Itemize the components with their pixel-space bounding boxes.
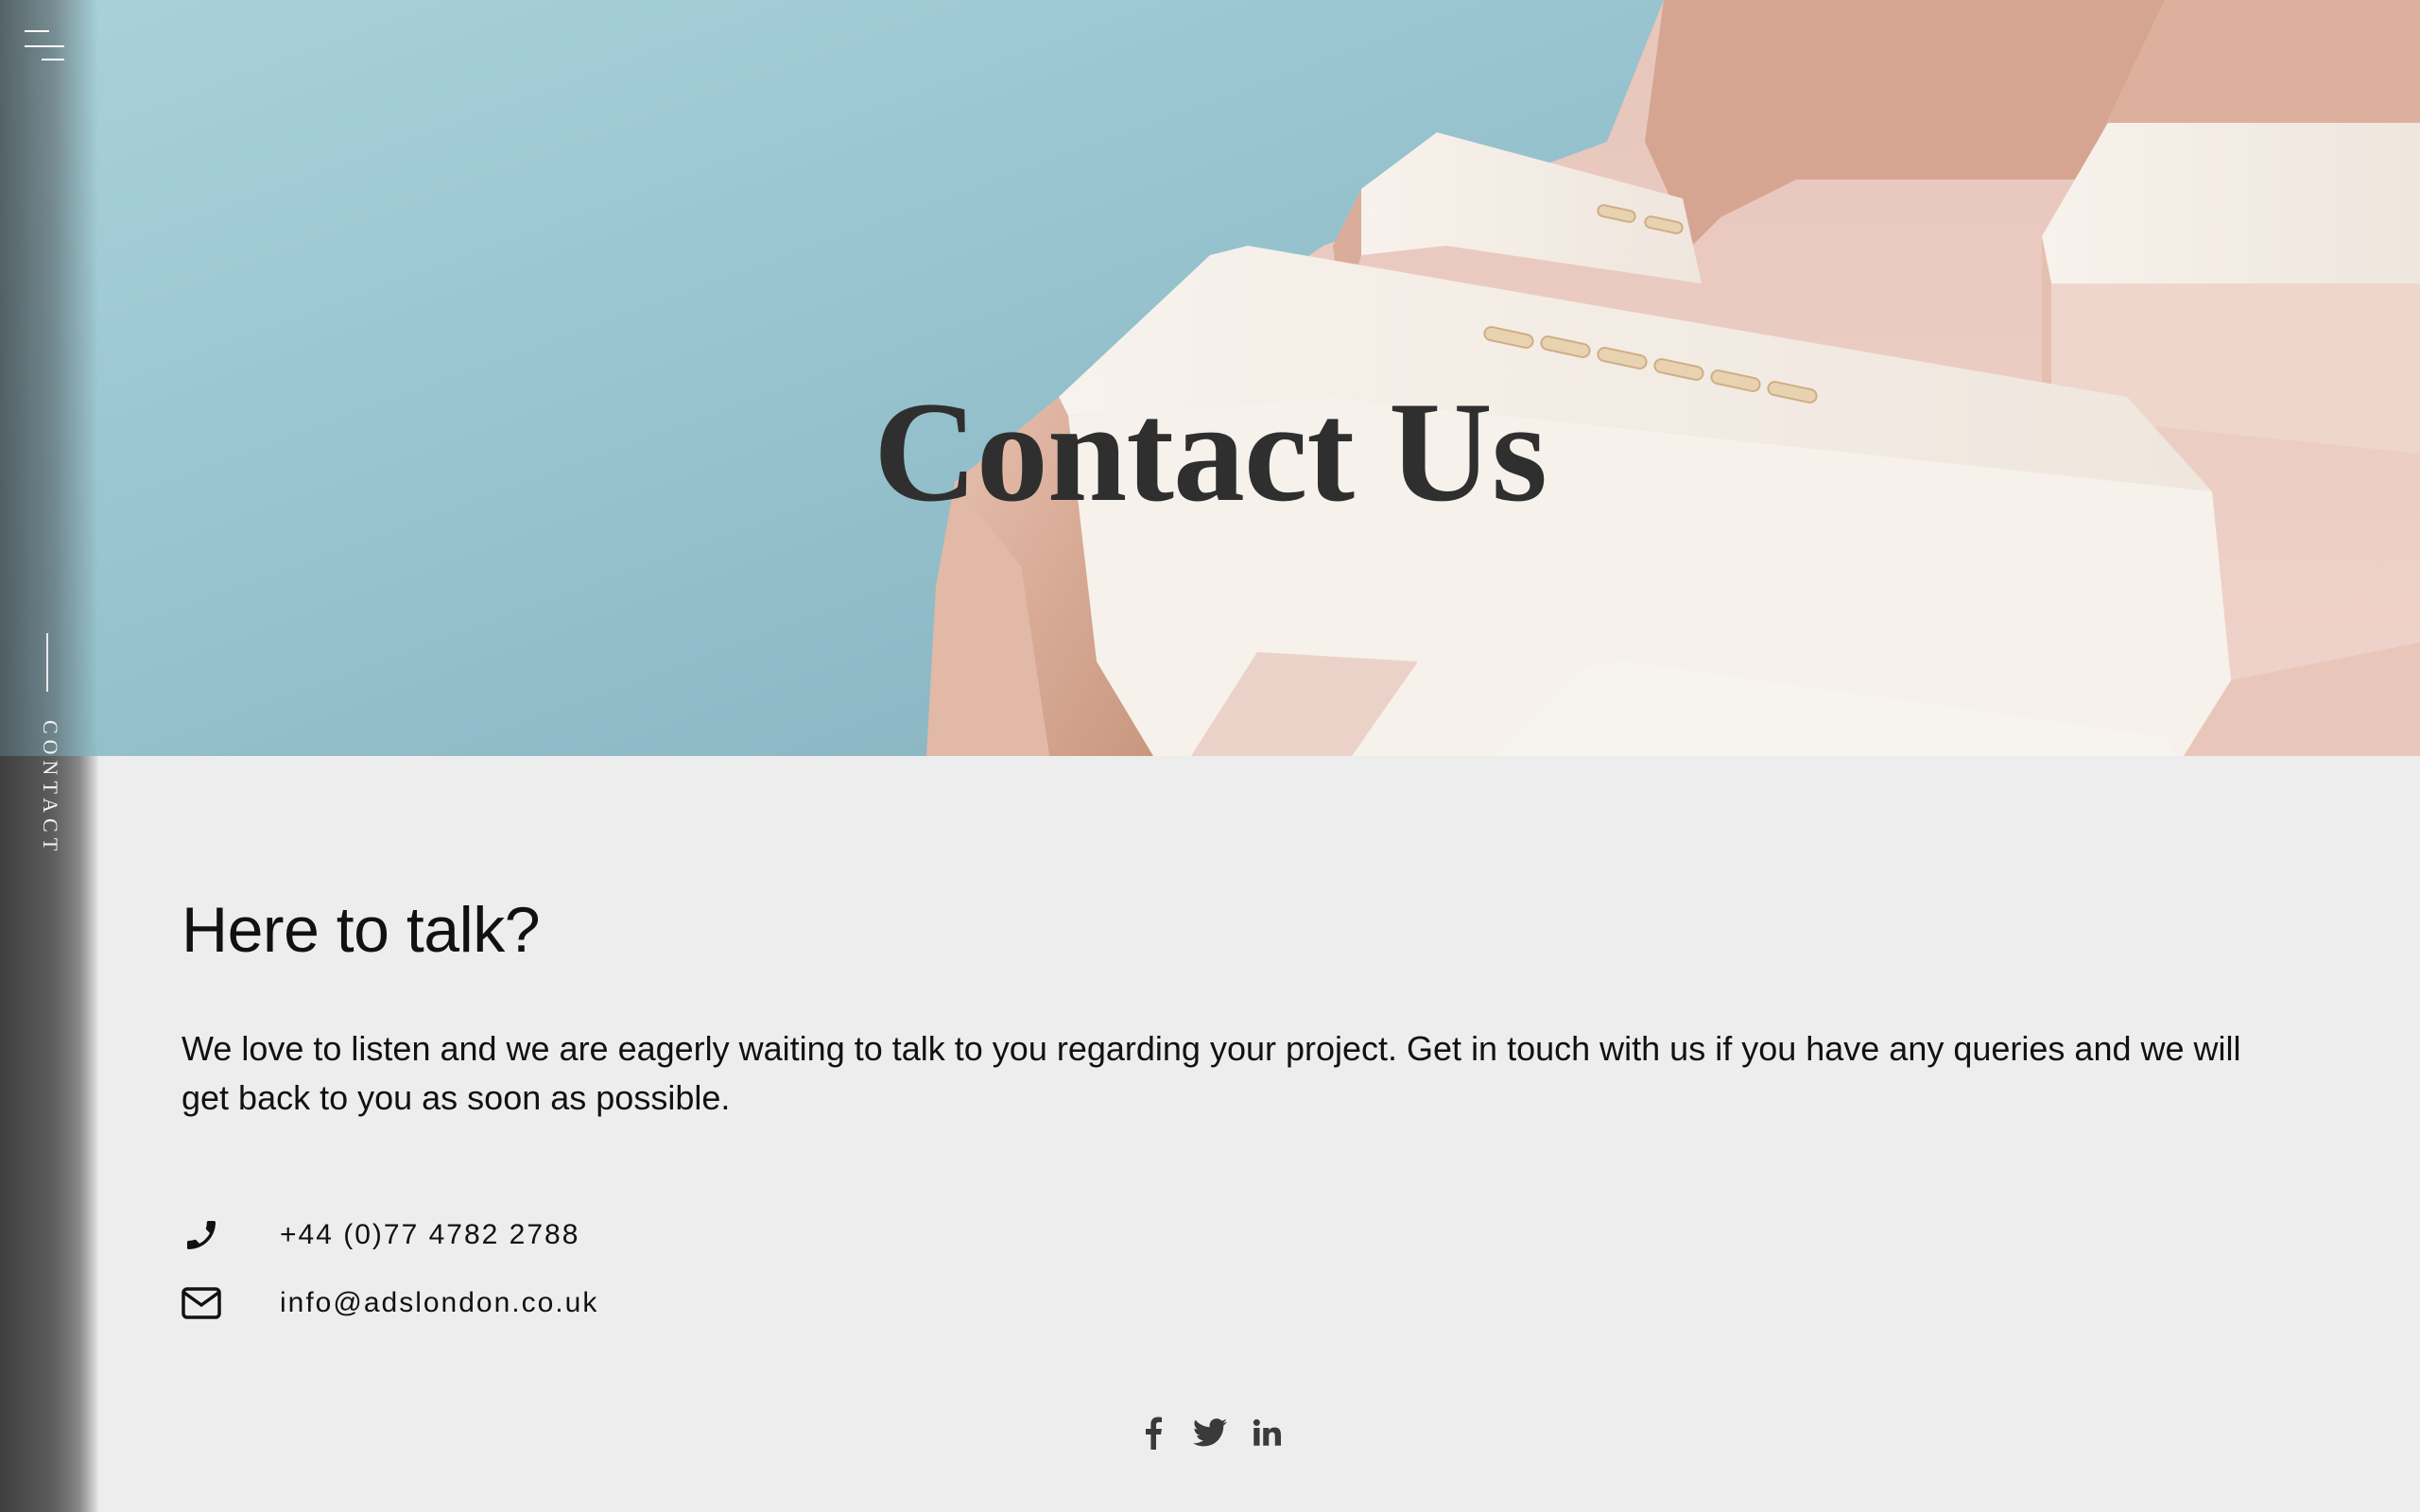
intro-paragraph: We love to listen and we are eagerly wai…	[182, 1029, 2241, 1117]
twitter-icon[interactable]	[1191, 1414, 1229, 1452]
hero-banner: Contact Us	[0, 0, 2420, 756]
envelope-icon	[182, 1283, 221, 1323]
social-links	[1134, 1412, 1286, 1453]
linkedin-icon[interactable]	[1248, 1414, 1286, 1452]
email-link[interactable]: info@adslondon.co.uk	[280, 1287, 598, 1319]
contact-page: Contact Us CONTACT Here to talk? We love…	[0, 0, 2420, 1512]
page-title: Contact Us	[873, 371, 1547, 531]
main-content: Here to talk? We love to listen and we a…	[182, 898, 2261, 1157]
phone-icon	[182, 1215, 221, 1255]
hamburger-menu-icon[interactable]	[23, 26, 66, 64]
sidebar-section-label: CONTACT	[39, 720, 62, 857]
section-heading: Here to talk?	[182, 894, 541, 966]
phone-row: +44 (0)77 4782 2788	[182, 1215, 579, 1255]
sidebar-divider	[46, 633, 48, 692]
phone-link[interactable]: +44 (0)77 4782 2788	[280, 1219, 579, 1251]
facebook-icon[interactable]	[1134, 1414, 1172, 1452]
email-row: info@adslondon.co.uk	[182, 1283, 598, 1323]
